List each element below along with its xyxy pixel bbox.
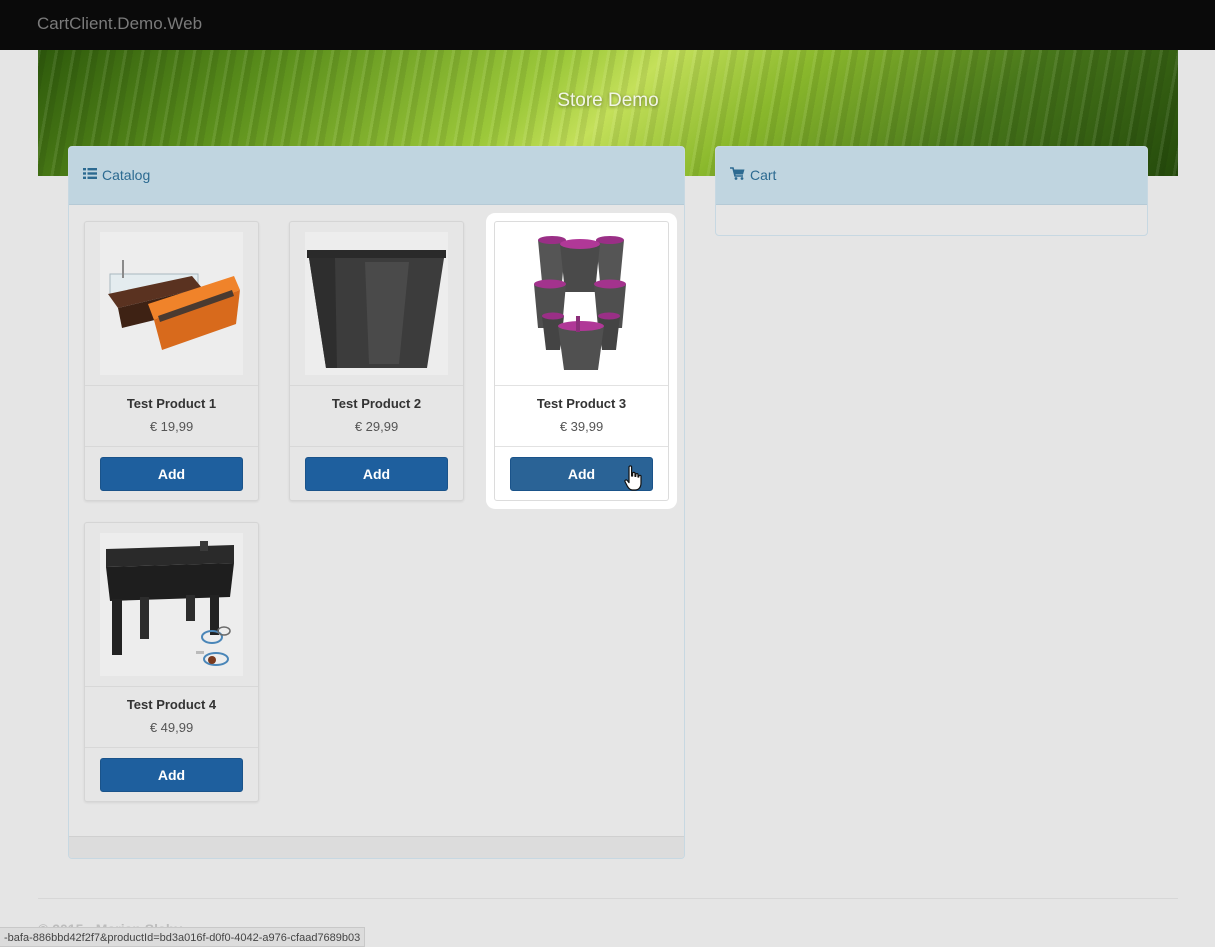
product-price: € 19,99 [149,419,194,434]
cart-panel: Cart [715,146,1148,236]
product-name: Test Product 3 [536,396,627,411]
hero-title: Store Demo [557,90,659,111]
shopping-cart-icon [730,167,745,180]
catalog-panel: Catalog Test Product 1 € 19,99 Add Test … [68,146,685,859]
status-bar-url: -bafa-886bbd42f2f7&productId=bd3a016f-d0… [0,927,366,947]
product-price: € 29,99 [354,419,399,434]
product-info: Test Product 1 € 19,99 [85,385,258,447]
hand-pointer-cursor-icon [624,465,642,491]
product-image [100,533,243,676]
product-card: Test Product 4 € 49,99 Add [84,522,259,802]
catalog-heading: Catalog [69,147,684,205]
add-to-cart-button[interactable]: Add [100,758,243,792]
product-info: Test Product 2 € 29,99 [290,385,463,447]
product-card: Test Product 2 € 29,99 Add [289,221,464,501]
product-image [305,232,448,375]
catalog-panel-footer [69,836,684,858]
product-info: Test Product 3 € 39,99 [495,385,668,447]
catalog-title: Catalog [102,167,151,183]
product-image [510,232,653,375]
cart-heading: Cart [716,147,1147,205]
product-name: Test Product 1 [126,396,217,411]
product-name: Test Product 2 [331,396,422,411]
product-info: Test Product 4 € 49,99 [85,686,258,748]
add-to-cart-button[interactable]: Add [305,457,448,491]
navbar: CartClient.Demo.Web [0,0,1215,50]
product-price: € 49,99 [149,720,194,735]
cart-title: Cart [750,167,777,183]
footer-divider [38,898,1178,899]
product-card: Test Product 1 € 19,99 Add [84,221,259,501]
product-name: Test Product 4 [126,697,217,712]
product-image [100,232,243,375]
list-icon [83,168,97,179]
add-to-cart-button[interactable]: Add [100,457,243,491]
product-price: € 39,99 [559,419,604,434]
product-card-selected: Test Product 3 € 39,99 Add [494,221,669,501]
brand-link[interactable]: CartClient.Demo.Web [37,14,202,34]
